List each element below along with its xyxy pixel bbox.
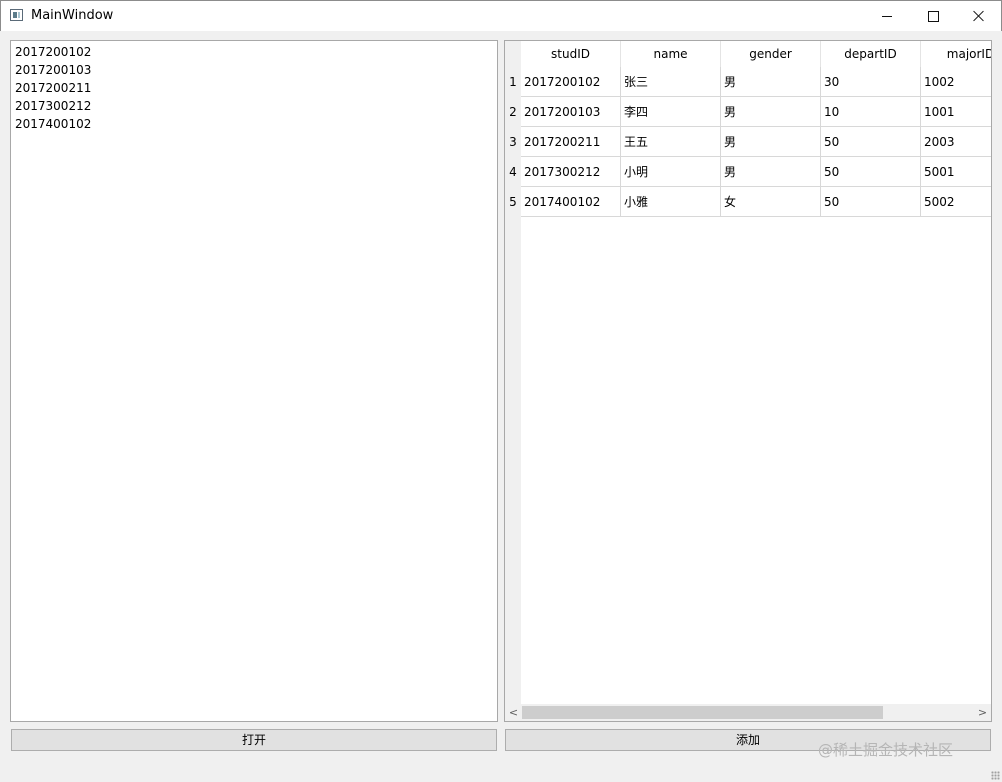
maximize-icon: [927, 10, 939, 22]
table-cell[interactable]: 男: [721, 127, 821, 157]
minimize-button[interactable]: [864, 1, 910, 31]
table-cell[interactable]: 2017200102: [521, 67, 621, 97]
table-cell[interactable]: 小雅: [621, 187, 721, 217]
list-item[interactable]: 2017400102: [15, 115, 493, 133]
table-grid: studID name gender departID majorID 2017…: [521, 41, 991, 217]
open-button[interactable]: 打开: [11, 729, 497, 751]
table-row[interactable]: 2017300212 小明 男 50 5001: [521, 157, 991, 187]
table-cell[interactable]: 50: [821, 127, 921, 157]
student-id-list[interactable]: 2017200102 2017200103 2017200211 2017300…: [10, 40, 498, 722]
table-corner-button[interactable]: [505, 41, 521, 67]
scroll-right-icon[interactable]: >: [974, 704, 991, 721]
list-item[interactable]: 2017200103: [15, 61, 493, 79]
table-cell[interactable]: 2017400102: [521, 187, 621, 217]
column-header-studid[interactable]: studID: [521, 41, 621, 67]
row-header-cell[interactable]: 3: [505, 127, 521, 157]
row-header-cell[interactable]: 2: [505, 97, 521, 127]
student-table[interactable]: 1 2 3 4 5 studID name gender departID ma…: [504, 40, 992, 722]
table-cell[interactable]: 2017200103: [521, 97, 621, 127]
table-cell[interactable]: 50: [821, 157, 921, 187]
table-row[interactable]: 2017200103 李四 男 10 1001: [521, 97, 991, 127]
minimize-icon: [882, 15, 892, 17]
row-header-background: [505, 217, 521, 707]
table-cell[interactable]: 1001: [921, 97, 991, 127]
table-cell[interactable]: 2017300212: [521, 157, 621, 187]
table-row[interactable]: 2017200102 张三 男 30 1002: [521, 67, 991, 97]
close-icon: [973, 10, 985, 22]
table-cell[interactable]: 10: [821, 97, 921, 127]
maximize-button[interactable]: [910, 1, 956, 31]
list-item[interactable]: 2017300212: [15, 97, 493, 115]
column-header-name[interactable]: name: [621, 41, 721, 67]
row-header-cell[interactable]: 4: [505, 157, 521, 187]
row-header-cell[interactable]: 1: [505, 67, 521, 97]
row-header: 1 2 3 4 5: [505, 67, 521, 217]
title-bar[interactable]: MainWindow: [0, 0, 1002, 31]
table-cell[interactable]: 1002: [921, 67, 991, 97]
table-cell[interactable]: 5001: [921, 157, 991, 187]
table-cell[interactable]: 男: [721, 157, 821, 187]
column-header-gender[interactable]: gender: [721, 41, 821, 67]
table-cell[interactable]: 2017200211: [521, 127, 621, 157]
window-title: MainWindow: [31, 8, 114, 23]
horizontal-scrollbar[interactable]: < >: [505, 704, 991, 721]
table-cell[interactable]: 50: [821, 187, 921, 217]
table-cell[interactable]: 2003: [921, 127, 991, 157]
table-cell[interactable]: 男: [721, 67, 821, 97]
list-item[interactable]: 2017200102: [15, 43, 493, 61]
watermark: @稀土掘金技术社区: [818, 741, 954, 759]
list-item[interactable]: 2017200211: [15, 79, 493, 97]
scroll-left-icon[interactable]: <: [505, 704, 522, 721]
app-window-icon: [10, 9, 23, 21]
column-header: studID name gender departID majorID: [521, 41, 991, 67]
scrollbar-thumb[interactable]: [522, 706, 883, 719]
column-header-majorid[interactable]: majorID: [921, 41, 991, 67]
table-cell[interactable]: 30: [821, 67, 921, 97]
resize-grip-icon[interactable]: [991, 771, 1000, 780]
table-row[interactable]: 2017400102 小雅 女 50 5002: [521, 187, 991, 217]
table-cell[interactable]: 王五: [621, 127, 721, 157]
table-cell[interactable]: 男: [721, 97, 821, 127]
table-cell[interactable]: 小明: [621, 157, 721, 187]
table-cell[interactable]: 李四: [621, 97, 721, 127]
table-cell[interactable]: 张三: [621, 67, 721, 97]
table-cell[interactable]: 5002: [921, 187, 991, 217]
close-button[interactable]: [956, 1, 1002, 31]
row-header-cell[interactable]: 5: [505, 187, 521, 217]
table-row[interactable]: 2017200211 王五 男 50 2003: [521, 127, 991, 157]
column-header-departid[interactable]: departID: [821, 41, 921, 67]
table-cell[interactable]: 女: [721, 187, 821, 217]
